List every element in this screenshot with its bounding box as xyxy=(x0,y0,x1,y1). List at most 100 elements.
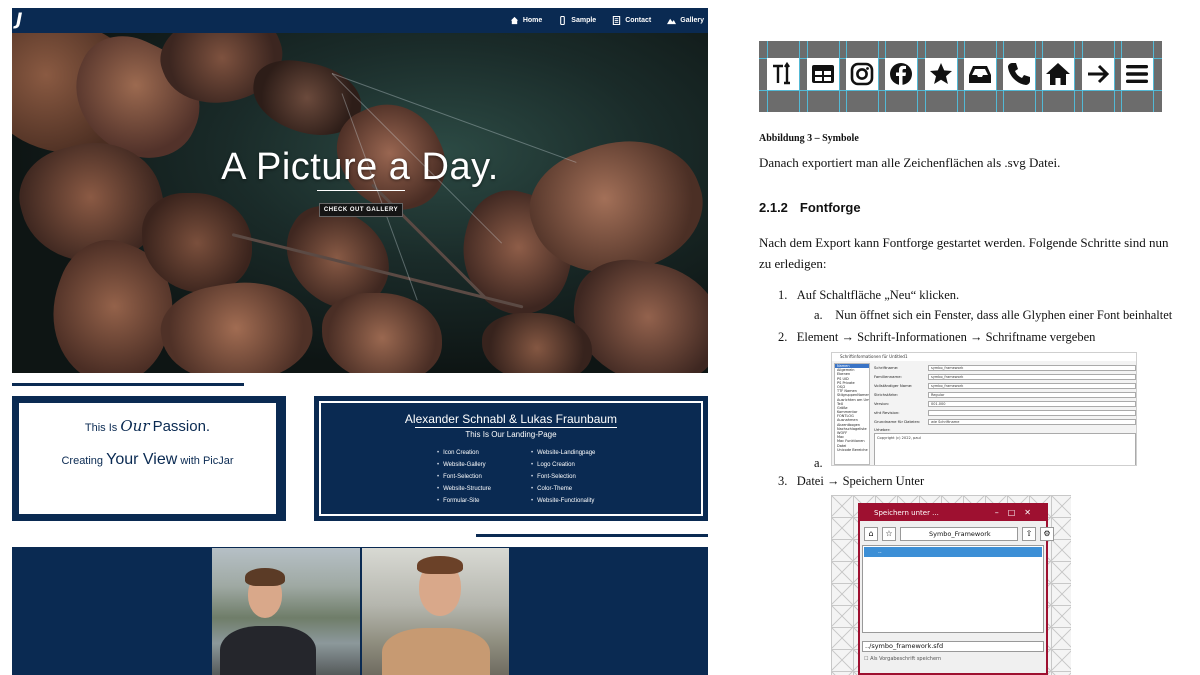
field-row: Schriftname: symbo_framework xyxy=(874,365,1136,373)
field-row: Familienname: symbo_framework xyxy=(874,374,1136,382)
list-item: a. xyxy=(814,456,823,471)
file-list-item[interactable]: .. xyxy=(864,547,1042,557)
authors-subtitle: This Is Our Landing-Page xyxy=(465,430,557,439)
inbox-icon xyxy=(964,58,996,90)
folder-select[interactable]: Symbo_Framework xyxy=(900,527,1018,541)
default-font-checkbox[interactable]: ☐ Als Vorgabeschrift speichern xyxy=(864,656,941,662)
version-input[interactable]: 001.000 xyxy=(928,401,1136,407)
authors-title: Alexander Schnabl & Lukas Fraunbaum xyxy=(404,412,618,426)
nav-gallery-label: Gallery xyxy=(680,17,704,24)
field-row: sfnt Revision: xyxy=(874,410,1136,418)
sidebar-item[interactable]: Mac Funktionen xyxy=(835,439,869,443)
list-number: a. xyxy=(814,456,823,470)
document-page: Abbildung 3 – Symbole Danach exportiert … xyxy=(752,30,1172,675)
portrait-photo-lukas xyxy=(362,548,509,675)
list-item: Website-Gallery xyxy=(437,459,491,471)
checkbox-label: Als Vorgabeschrift speichern xyxy=(870,656,942,662)
nav-sample-label: Sample xyxy=(571,17,597,24)
save-as-dialog: Speichern unter ... –□✕ ⌂ ☆ Symbo_Framew… xyxy=(858,503,1054,675)
nav-home[interactable]: Home xyxy=(510,16,542,25)
sidebar-item[interactable]: Unicode Bereiche xyxy=(835,448,869,452)
top-navigation-bar: J Home Sample Contact Gallery xyxy=(12,8,708,33)
field-label: Familienname: xyxy=(874,374,902,379)
main-nav: Home Sample Contact Gallery xyxy=(510,8,704,33)
list-number: 3. xyxy=(778,474,788,488)
task-list-right: Website-Landingpage Logo Creation Font-S… xyxy=(531,447,595,507)
list-number: 2. xyxy=(778,330,788,344)
sfnt-revision-input[interactable] xyxy=(928,410,1136,416)
family-name-input[interactable]: symbo_framework xyxy=(928,374,1136,380)
guide-line xyxy=(1114,41,1115,112)
guide-line xyxy=(878,41,879,112)
filename-input[interactable]: ../symbo_framework.sfd xyxy=(862,641,1044,652)
list-item: Font-Selection xyxy=(531,471,595,483)
field-label: sfnt Revision: xyxy=(874,410,900,415)
portrait-body xyxy=(382,628,490,675)
field-label: Grundname für Dateien: xyxy=(874,419,921,424)
dialog-title: Speichern unter ... xyxy=(874,509,939,517)
divider-line xyxy=(12,383,244,386)
weight-input[interactable]: Regular xyxy=(928,392,1136,398)
phone-icon xyxy=(560,16,566,25)
facebook-icon xyxy=(885,58,917,90)
list-item: 2. Element → Schrift-Informationen → Sch… xyxy=(778,330,1095,345)
passion-big-text: Your View xyxy=(106,451,178,468)
window-controls[interactable]: –□✕ xyxy=(995,505,1040,521)
instagram-icon xyxy=(846,58,878,90)
field-label: Version: xyxy=(874,401,890,406)
parent-folder-button[interactable]: ⇧ xyxy=(1022,527,1036,541)
table-icon xyxy=(807,58,839,90)
website-mockup: J Home Sample Contact Gallery A Picture … xyxy=(12,8,708,675)
list-item: Website-Structure xyxy=(437,483,491,495)
list-number: a. xyxy=(814,308,823,322)
full-name-input[interactable]: symbo_framework xyxy=(928,383,1136,389)
field-row: Version: 001.000 xyxy=(874,401,1136,409)
base-filename-input[interactable]: wie Schriftname xyxy=(928,419,1136,425)
passion-text: with PicJar xyxy=(180,455,234,467)
guide-line xyxy=(1035,41,1036,112)
passion-line-2: Creating Your View with PicJar xyxy=(19,451,276,469)
field-label: Schriftname: xyxy=(874,365,899,370)
text-cursor-icon xyxy=(767,58,799,90)
guide-line xyxy=(1074,41,1075,112)
passion-card: This Is Our Passion. Creating Your View … xyxy=(12,396,286,521)
passion-line-1: This Is Our Passion. xyxy=(19,417,276,435)
copyright-textarea[interactable]: Copyright (c) 2022, paul xyxy=(874,433,1136,465)
home-icon xyxy=(510,16,518,25)
list-number: 1. xyxy=(778,288,788,302)
check-out-gallery-button[interactable]: CHECK OUT GALLERY xyxy=(319,203,403,217)
home-folder-button[interactable]: ⌂ xyxy=(864,527,878,541)
paragraph-fontforge: Nach dem Export kann Fontforge gestartet… xyxy=(759,235,1169,271)
menu-icon xyxy=(1121,58,1153,90)
arrow-right-icon xyxy=(1082,58,1114,90)
guide-line xyxy=(759,90,1162,91)
list-text: Element → Schrift-Informationen → Schrif… xyxy=(796,330,1096,344)
font-name-input[interactable]: symbo_framework xyxy=(928,365,1136,371)
hero-divider xyxy=(317,190,405,191)
list-text: Auf Schaltfläche „Neu“ klicken. xyxy=(796,288,960,302)
portrait-photo-alexander xyxy=(212,548,360,675)
portrait-hair xyxy=(417,556,463,574)
list-item: 1. Auf Schaltfläche „Neu“ klicken. xyxy=(778,288,959,303)
portrait-body xyxy=(220,626,316,675)
hero-section: A Picture a Day. CHECK OUT GALLERY xyxy=(12,33,708,373)
save-dialog-screenshot: Speichern unter ... –□✕ ⌂ ☆ Symbo_Framew… xyxy=(831,495,1071,675)
file-list[interactable]: .. xyxy=(862,545,1044,633)
bookmark-button[interactable]: ☆ xyxy=(882,527,896,541)
list-text: Nun öffnet sich ein Fenster, dass alle G… xyxy=(835,308,1173,322)
nav-contact-label: Contact xyxy=(625,17,652,24)
nav-gallery[interactable]: Gallery xyxy=(667,16,704,25)
nav-contact[interactable]: Contact xyxy=(612,16,651,25)
list-item: Font-Selection xyxy=(437,471,491,483)
divider-line xyxy=(476,534,708,537)
list-item: Color-Theme xyxy=(531,483,595,495)
sidebar-item[interactable]: StilgruppenNamen xyxy=(835,393,869,397)
site-logo[interactable]: J xyxy=(16,10,34,31)
passion-text: Passion. xyxy=(152,418,211,435)
dialog-titlebar: Schriftinformationen für Untitled1 xyxy=(832,353,1136,361)
authors-card: Alexander Schnabl & Lukas Fraunbaum This… xyxy=(314,396,708,521)
settings-button[interactable]: ⚙ xyxy=(1040,527,1054,541)
list-item: a. Nun öffnet sich ein Fenster, dass all… xyxy=(814,308,1172,323)
nav-sample[interactable]: Sample xyxy=(558,16,596,25)
guide-line xyxy=(799,41,800,112)
